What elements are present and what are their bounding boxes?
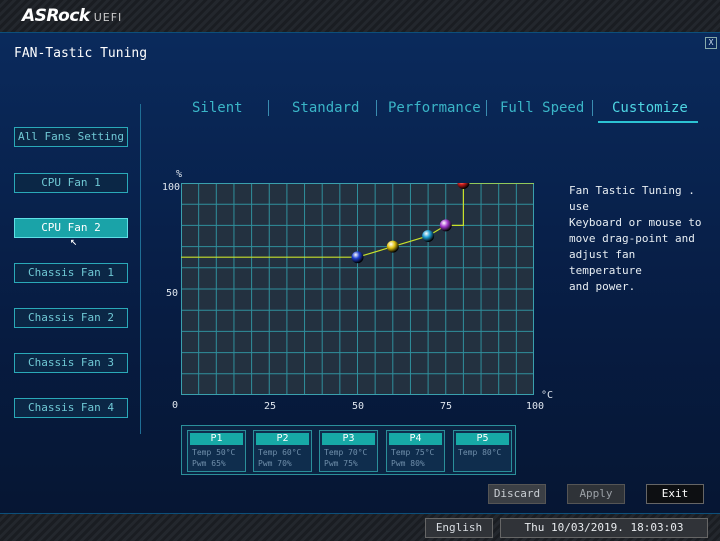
- x-tick-label: 100: [526, 401, 545, 412]
- asrock-logo: ASRock UEFI: [22, 6, 123, 26]
- active-tab-indicator: [598, 121, 698, 123]
- point-temp: Temp 80°C: [458, 448, 502, 457]
- point-name: P3: [322, 433, 375, 445]
- points-table: P1 Temp 50°C Pwm 65% P2 Temp 60°C Pwm 70…: [181, 425, 516, 475]
- sidebar-item-chassis-fan-4[interactable]: Chassis Fan 4: [14, 398, 128, 418]
- tab-separator: [376, 100, 377, 116]
- y-tick-label: 0: [172, 400, 179, 411]
- apply-button[interactable]: Apply: [567, 484, 625, 504]
- point-pwm: Pwm 80%: [391, 459, 425, 468]
- top-bar: ASRock UEFI: [0, 0, 720, 33]
- mouse-cursor-icon: ↖: [70, 234, 78, 248]
- tab-separator: [592, 100, 593, 116]
- y-tick-label: 50: [166, 288, 179, 299]
- y-axis-unit: %: [176, 169, 183, 180]
- point-name: P2: [256, 433, 309, 445]
- sidebar-item-chassis-fan-3[interactable]: Chassis Fan 3: [14, 353, 128, 373]
- drag-point-p5[interactable]: [457, 183, 470, 189]
- point-temp: Temp 70°C: [324, 448, 368, 457]
- help-text: Fan Tastic Tuning . use Keyboard or mous…: [569, 184, 702, 293]
- x-tick-label: 50: [352, 401, 365, 412]
- close-button[interactable]: X: [705, 37, 717, 49]
- point-pwm: Pwm 65%: [192, 459, 226, 468]
- tab-separator: [268, 100, 269, 116]
- discard-button[interactable]: Discard: [488, 484, 546, 504]
- sidebar-item-chassis-fan-2[interactable]: Chassis Fan 2: [14, 308, 128, 328]
- point-pwm: Pwm 75%: [324, 459, 358, 468]
- page-title: FAN-Tastic Tuning: [14, 46, 148, 61]
- drag-point-p1[interactable]: [351, 251, 364, 264]
- tab-full-speed[interactable]: Full Speed: [500, 100, 584, 116]
- language-button[interactable]: English: [425, 518, 493, 538]
- point-name: P5: [456, 433, 509, 445]
- x-tick-label: 25: [264, 401, 277, 412]
- tab-standard[interactable]: Standard: [292, 100, 359, 116]
- drag-point-p4[interactable]: [439, 219, 452, 232]
- sidebar-item-all-fans[interactable]: All Fans Setting: [14, 127, 128, 147]
- tab-customize[interactable]: Customize: [612, 100, 688, 116]
- point-temp: Temp 75°C: [391, 448, 435, 457]
- x-axis-unit: °C: [541, 390, 554, 401]
- tab-performance[interactable]: Performance: [388, 100, 481, 116]
- point-name: P4: [389, 433, 442, 445]
- point-card-p5: P5 Temp 80°C: [453, 430, 512, 472]
- drag-point-p3[interactable]: [422, 230, 435, 242]
- y-tick-label: 100: [162, 182, 181, 193]
- point-temp: Temp 50°C: [192, 448, 236, 457]
- sidebar-item-chassis-fan-1[interactable]: Chassis Fan 1: [14, 263, 128, 283]
- sidebar-divider: [140, 104, 141, 434]
- fan-curve-graph[interactable]: [181, 183, 534, 395]
- x-tick-label: 75: [440, 401, 453, 412]
- exit-button[interactable]: Exit: [646, 484, 704, 504]
- drag-point-p2[interactable]: [386, 240, 399, 253]
- point-temp: Temp 60°C: [258, 448, 302, 457]
- point-card-p3: P3 Temp 70°C Pwm 75%: [319, 430, 378, 472]
- point-card-p2: P2 Temp 60°C Pwm 70%: [253, 430, 312, 472]
- datetime-display: Thu 10/03/2019. 18:03:03: [500, 518, 708, 538]
- tab-silent[interactable]: Silent: [192, 100, 243, 116]
- point-pwm: Pwm 70%: [258, 459, 292, 468]
- point-card-p4: P4 Temp 75°C Pwm 80%: [386, 430, 445, 472]
- tab-separator: [486, 100, 487, 116]
- sidebar-item-cpu-fan-1[interactable]: CPU Fan 1: [14, 173, 128, 193]
- point-card-p1: P1 Temp 50°C Pwm 65%: [187, 430, 246, 472]
- point-name: P1: [190, 433, 243, 445]
